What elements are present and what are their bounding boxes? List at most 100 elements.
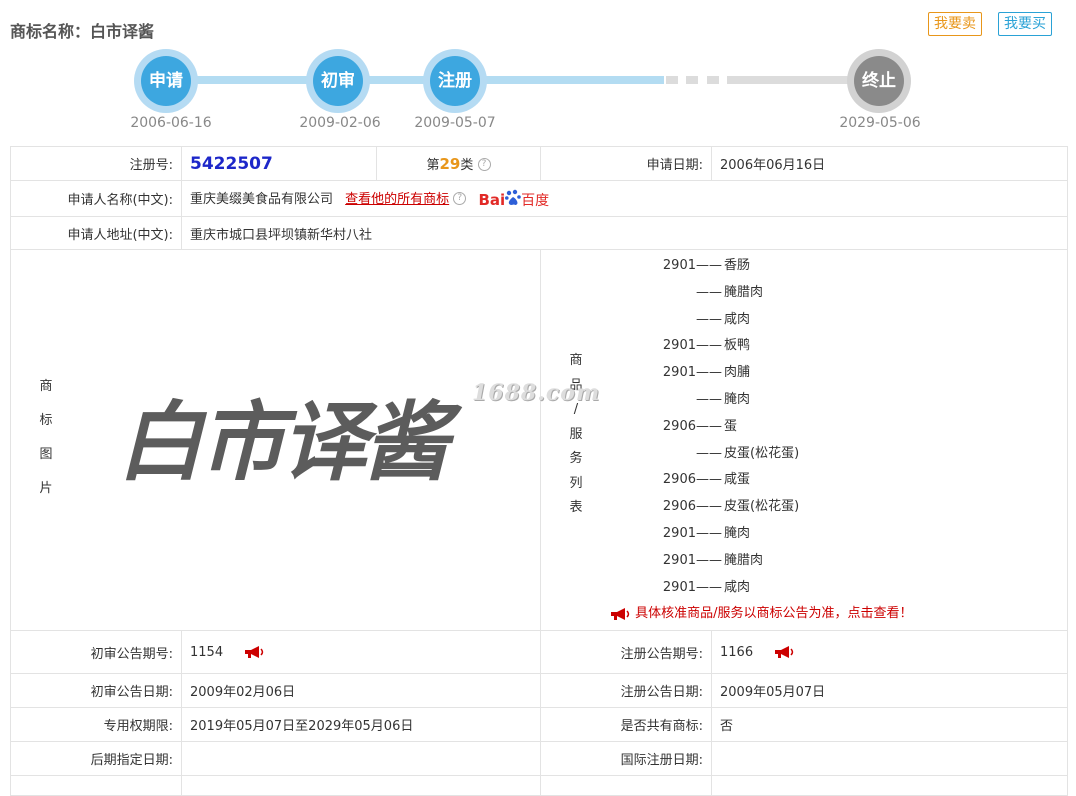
- class-suffix: 类: [460, 158, 474, 173]
- timeline-date: 2029-05-06: [839, 115, 921, 131]
- class-prefix: 第: [426, 158, 440, 173]
- timeline-node-register: 注册: [423, 49, 487, 113]
- timeline-date: 2009-05-07: [414, 115, 496, 131]
- reg-no-label: 注册号:: [10, 146, 182, 181]
- goods-item: 2906—— 蛋: [641, 414, 961, 441]
- prelim-no-label: 初审公告期号:: [10, 630, 182, 674]
- watermark: 1688.com: [472, 380, 601, 406]
- empty-cell: [711, 775, 1068, 796]
- goods-list: 2901—— 香肠 —— 腌腊肉 —— 咸肉 2901—— 板鸭 2901—— 肉脯 —— 腌肉 290…: [641, 253, 961, 601]
- megaphone-icon[interactable]: [773, 645, 795, 659]
- goods-item: —— 腌肉: [641, 387, 961, 414]
- applicant-label: 申请人名称(中文):: [10, 180, 182, 217]
- trademark-image: 白市译酱: [117, 392, 449, 493]
- view-all-trademarks-link[interactable]: 查看他的所有商标: [345, 192, 449, 207]
- goods-item: 2901—— 腌肉: [641, 521, 961, 548]
- timeline-progress-bar: [166, 76, 664, 84]
- timeline-date: 2009-02-06: [299, 115, 381, 131]
- label-char: 片: [39, 481, 53, 496]
- goods-list-label: 商 品 / 服 务 列 表: [569, 349, 583, 521]
- timeline-node-label: 注册: [430, 56, 480, 106]
- megaphone-icon: [611, 607, 630, 620]
- goods-item-code: 2901: [662, 258, 696, 273]
- goods-item: 2906—— 咸蛋: [641, 467, 961, 494]
- goods-item: 2901—— 咸肉: [641, 575, 961, 602]
- goods-item-name: 腌肉: [724, 391, 751, 407]
- label-char: 表: [569, 500, 583, 515]
- goods-item-dash: ——: [696, 579, 722, 595]
- trademark-image-label: 商 标 图 片: [39, 370, 53, 506]
- intl-date-value: [711, 741, 1068, 776]
- goods-item-dash: ——: [696, 258, 722, 273]
- exclusive-label: 专用权期限:: [10, 707, 182, 742]
- baidu-logo-text-cn: 百度: [521, 192, 550, 209]
- shared-value: 否: [711, 707, 1068, 742]
- goods-item-name: 咸蛋: [724, 472, 751, 488]
- goods-item: 2901—— 香肠: [641, 253, 961, 280]
- label-char: 商: [569, 353, 583, 368]
- prelim-no-value: 1154: [190, 644, 224, 660]
- label-char: 商: [39, 379, 53, 394]
- goods-item-code: 2901: [662, 338, 696, 354]
- goods-item-dash: ——: [696, 418, 722, 434]
- timeline-node-label: 终止: [854, 56, 904, 106]
- prelim-date-label: 初审公告日期:: [10, 673, 182, 708]
- goods-item-name: 咸肉: [724, 311, 751, 327]
- goods-item-dash: ——: [696, 499, 722, 515]
- goods-item-name: 香肠: [724, 258, 751, 273]
- goods-item-name: 蛋: [724, 418, 738, 434]
- later-date-label: 后期指定日期:: [10, 741, 182, 776]
- goods-notice-link[interactable]: 具体核准商品/服务以商标公告为准，点击查看！: [635, 606, 912, 621]
- goods-item-name: 腌腊肉: [724, 284, 764, 300]
- goods-item-dash: ——: [696, 338, 722, 354]
- goods-item-name: 板鸭: [724, 338, 751, 354]
- sell-button[interactable]: 我要卖: [928, 12, 982, 36]
- buy-button[interactable]: 我要买: [998, 12, 1052, 36]
- later-date-value: [181, 741, 541, 776]
- help-icon[interactable]: ?: [453, 191, 467, 205]
- apply-date-label: 申请日期:: [540, 146, 712, 181]
- goods-item-name: 咸肉: [724, 579, 751, 595]
- timeline-dash: [707, 76, 719, 84]
- goods-notice[interactable]: 具体核准商品/服务以商标公告为准，点击查看！: [609, 602, 913, 621]
- applicant-value: 重庆美缀美食品有限公司: [190, 191, 334, 207]
- trademark-detail-table: 注册号: 5422507 第29类 ? 申请日期: 2006年06月16日 申请…: [10, 146, 1068, 796]
- goods-item: 2901—— 腌腊肉: [641, 548, 961, 575]
- goods-item-code: 2901: [662, 365, 696, 381]
- baidu-search-button[interactable]: Bai 百度: [478, 189, 549, 210]
- reg-no-value: 5422507: [190, 153, 273, 174]
- goods-item-dash: ——: [696, 525, 722, 541]
- baidu-paw-icon: [505, 189, 521, 205]
- empty-cell: [540, 775, 712, 796]
- goods-item: 2901—— 肉脯: [641, 360, 961, 387]
- timeline-dash: [686, 76, 698, 84]
- baidu-logo-text: Bai: [478, 190, 506, 209]
- help-icon[interactable]: ?: [477, 158, 491, 171]
- megaphone-icon[interactable]: [243, 645, 265, 659]
- empty-cell: [10, 775, 182, 796]
- label-char: 列: [569, 475, 583, 491]
- timeline-date: 2006-06-16: [130, 115, 212, 131]
- class-cell: 第29类 ?: [376, 146, 541, 181]
- goods-item: —— 皮蛋(松花蛋): [641, 441, 961, 468]
- goods-item-code: 2901: [662, 552, 696, 568]
- timeline-dash: [666, 76, 678, 84]
- label-char: 务: [569, 451, 583, 466]
- goods-item-name: 皮蛋(松花蛋): [724, 499, 800, 515]
- goods-item: —— 咸肉: [641, 307, 961, 334]
- goods-item-dash: ——: [696, 284, 722, 300]
- goods-item-dash: ——: [696, 391, 722, 407]
- class-number: 29: [439, 155, 461, 173]
- goods-item-dash: ——: [696, 445, 722, 461]
- goods-item: 2901—— 板鸭: [641, 333, 961, 360]
- apply-date-value: 2006年06月16日: [711, 146, 1068, 181]
- label-char: 标: [39, 413, 53, 428]
- reg-notice-date-label: 注册公告日期:: [540, 673, 712, 708]
- address-label: 申请人地址(中文):: [10, 216, 182, 250]
- reg-notice-date-value: 2009年05月07日: [711, 673, 1068, 708]
- goods-item-name: 腌腊肉: [724, 552, 764, 568]
- empty-cell: [181, 775, 541, 796]
- intl-date-label: 国际注册日期:: [540, 741, 712, 776]
- goods-item: 2906—— 皮蛋(松花蛋): [641, 494, 961, 521]
- goods-item-code: 2906: [662, 472, 696, 488]
